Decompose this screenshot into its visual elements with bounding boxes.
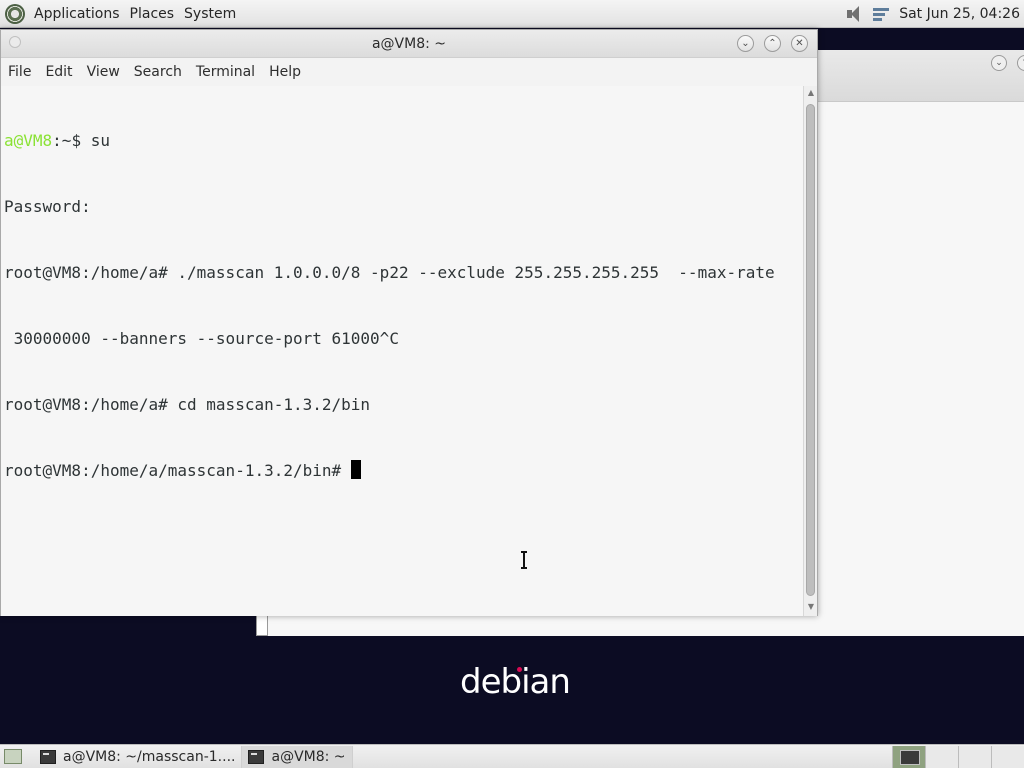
speaker-icon[interactable] — [845, 5, 865, 23]
menu-applications[interactable]: Applications — [29, 0, 125, 28]
debian-swirl-icon[interactable] — [5, 3, 25, 24]
taskbar-item-label: a@VM8: ~ — [271, 748, 346, 765]
text-cursor — [350, 460, 361, 479]
menu-system[interactable]: System — [179, 0, 241, 28]
terminal-window[interactable]: a@VM8: ~ ⌄ ⌃ ✕ File Edit View Search Ter… — [0, 29, 818, 616]
prompt-user: a@VM8 — [4, 131, 53, 150]
vertical-scrollbar[interactable]: ▲ ▼ — [803, 86, 817, 616]
terminal-output[interactable]: a@VM8:~$ su Password: root@VM8:/home/a# … — [1, 86, 803, 616]
menu-places[interactable]: Places — [125, 0, 180, 28]
close-button[interactable]: ✕ — [791, 35, 808, 52]
terminal-line: Password: — [4, 197, 91, 216]
ibeam-cursor-icon — [521, 551, 527, 569]
menu-view[interactable]: View — [80, 59, 127, 86]
background-window-titlebar[interactable]: ⌄ ⌃ — [813, 50, 1024, 102]
current-prompt: root@VM8:/home/a/masscan-1.3.2/bin# — [4, 461, 351, 480]
debian-wordmark-text: debian — [460, 662, 571, 702]
chevron-down-icon[interactable]: ⌄ — [991, 55, 1007, 71]
bottom-panel: a@VM8: ~/masscan-1.... a@VM8: ~ — [0, 744, 1024, 768]
clock[interactable]: Sat Jun 25, 04:26 — [899, 6, 1020, 22]
workspace-3[interactable] — [958, 746, 991, 768]
prompt-command: :~$ su — [52, 131, 110, 150]
terminal-line: root@VM8:/home/a# cd masscan-1.3.2/bin — [4, 395, 371, 414]
maximize-button[interactable]: ⌃ — [764, 35, 781, 52]
workspace-2[interactable] — [925, 746, 958, 768]
scroll-up-arrow-icon[interactable]: ▲ — [806, 88, 816, 100]
top-panel: Applications Places System Sat Jun 25, 0… — [0, 0, 1024, 28]
window-edge — [256, 614, 268, 636]
menu-file[interactable]: File — [1, 59, 38, 86]
taskbar-item-label: a@VM8: ~/masscan-1.... — [63, 748, 236, 765]
workspace-1[interactable] — [892, 746, 925, 768]
terminal-titlebar[interactable]: a@VM8: ~ ⌄ ⌃ ✕ — [1, 30, 817, 58]
scrollbar-thumb[interactable] — [806, 104, 815, 596]
network-icon[interactable] — [871, 5, 891, 23]
menu-search[interactable]: Search — [127, 59, 189, 86]
terminal-line-current[interactable]: root@VM8:/home/a/masscan-1.3.2/bin# — [4, 460, 803, 482]
terminal-line: a@VM8:~$ su — [4, 130, 803, 152]
background-window-bottom — [256, 614, 1024, 636]
menu-terminal[interactable]: Terminal — [189, 59, 262, 86]
debian-wordmark: debian — [460, 662, 571, 702]
menu-help[interactable]: Help — [262, 59, 308, 86]
minimize-button[interactable]: ⌄ — [737, 35, 754, 52]
menu-edit[interactable]: Edit — [38, 59, 79, 86]
terminal-menubar: File Edit View Search Terminal Help — [1, 59, 817, 86]
show-desktop-button[interactable] — [4, 749, 22, 764]
window-title: a@VM8: ~ — [371, 36, 447, 52]
debian-dot — [517, 667, 522, 672]
terminal-line: root@VM8:/home/a# ./masscan 1.0.0.0/8 -p… — [4, 263, 775, 282]
taskbar-item-masscan[interactable]: a@VM8: ~/masscan-1.... — [34, 745, 243, 768]
chevron-up-icon[interactable]: ⌃ — [1017, 55, 1024, 71]
scroll-down-arrow-icon[interactable]: ▼ — [806, 602, 816, 614]
terminal-icon — [248, 749, 265, 764]
workspace-4[interactable] — [991, 746, 1024, 768]
background-window[interactable]: ⌄ ⌃ — [813, 50, 1024, 636]
terminal-line: 30000000 --banners --source-port 61000^C — [4, 329, 399, 348]
taskbar-item-terminal[interactable]: a@VM8: ~ — [242, 745, 353, 768]
panel-tray: Sat Jun 25, 04:26 — [845, 0, 1024, 28]
terminal-icon — [40, 749, 56, 764]
workspace-switcher — [892, 746, 1024, 768]
